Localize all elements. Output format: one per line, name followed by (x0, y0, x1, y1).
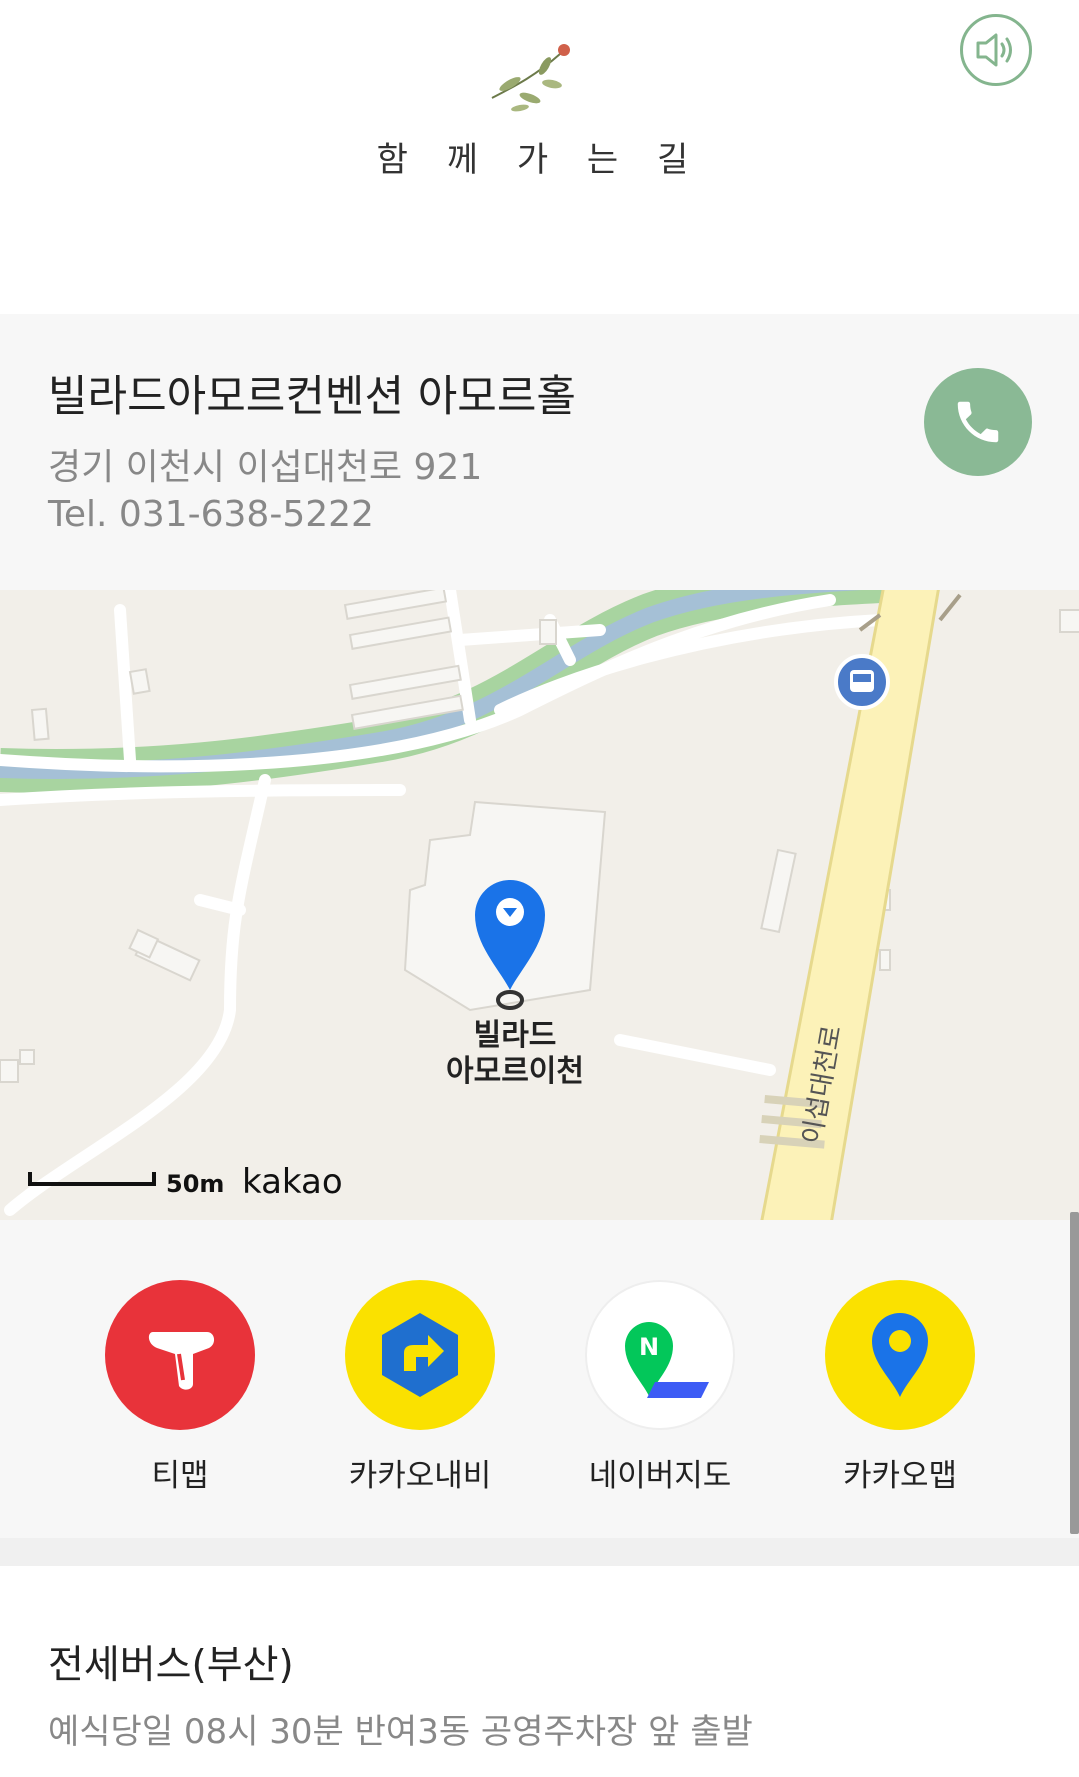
app-kakaomap[interactable]: 카카오맵 (820, 1280, 980, 1495)
place-label-line1: 빌라드 (473, 1018, 557, 1053)
nav-apps: 티맵 카카오내비 N 네이버지도 카카오맵 (0, 1220, 1079, 1538)
svg-text:N: N (639, 1333, 659, 1361)
scrollbar[interactable] (1070, 1212, 1079, 1534)
kakaonavi-icon (345, 1280, 495, 1430)
speaker-icon (976, 33, 1012, 67)
phone-icon (957, 401, 999, 443)
venue-tel: Tel. 031-638-5222 (48, 494, 374, 535)
kakaomap-icon (825, 1280, 975, 1430)
app-label: 티맵 (151, 1458, 209, 1494)
transport-title: 전세버스(부산) (48, 1643, 294, 1688)
tmap-icon (105, 1280, 255, 1430)
app-kakaonavi[interactable]: 카카오내비 (340, 1280, 500, 1495)
flower-sprig-icon (491, 44, 570, 112)
sound-button[interactable] (960, 14, 1032, 86)
app-label: 카카오내비 (348, 1458, 492, 1494)
map[interactable]: 이섭대천로 빌라드 아모르이천 50m kakao (0, 590, 1079, 1220)
scale-text: 50m (166, 1170, 225, 1198)
venue-address: 경기 이천시 이섭대천로 921 (48, 447, 483, 488)
venue-info: 빌라드아모르컨벤션 아모르홀 경기 이천시 이섭대천로 921 Tel. 031… (0, 314, 1079, 590)
app-tmap[interactable]: 티맵 (100, 1280, 260, 1495)
map-canvas: 이섭대천로 (0, 590, 1079, 1220)
app-label: 네이버지도 (588, 1458, 732, 1494)
place-label-line2: 아모르이천 (446, 1054, 584, 1089)
app-navermap[interactable]: N 네이버지도 (580, 1280, 740, 1495)
transport-description: 예식당일 08시 30분 반여3동 공영주차장 앞 출발 (48, 1712, 753, 1752)
call-button[interactable] (924, 368, 1032, 476)
section-divider (0, 1538, 1079, 1566)
app-label: 카카오맵 (842, 1458, 958, 1494)
navermap-icon: N (585, 1280, 735, 1430)
header: 함 께 가 는 길 (0, 0, 1079, 314)
venue-name: 빌라드아모르컨벤션 아모르홀 (48, 372, 576, 422)
place-label: 빌라드 아모르이천 (420, 1018, 610, 1090)
page-title: 함 께 가 는 길 (376, 140, 703, 180)
scale-bar (28, 1172, 156, 1186)
bus-stop-icon[interactable] (834, 654, 890, 710)
kakao-logo: kakao (242, 1162, 343, 1202)
